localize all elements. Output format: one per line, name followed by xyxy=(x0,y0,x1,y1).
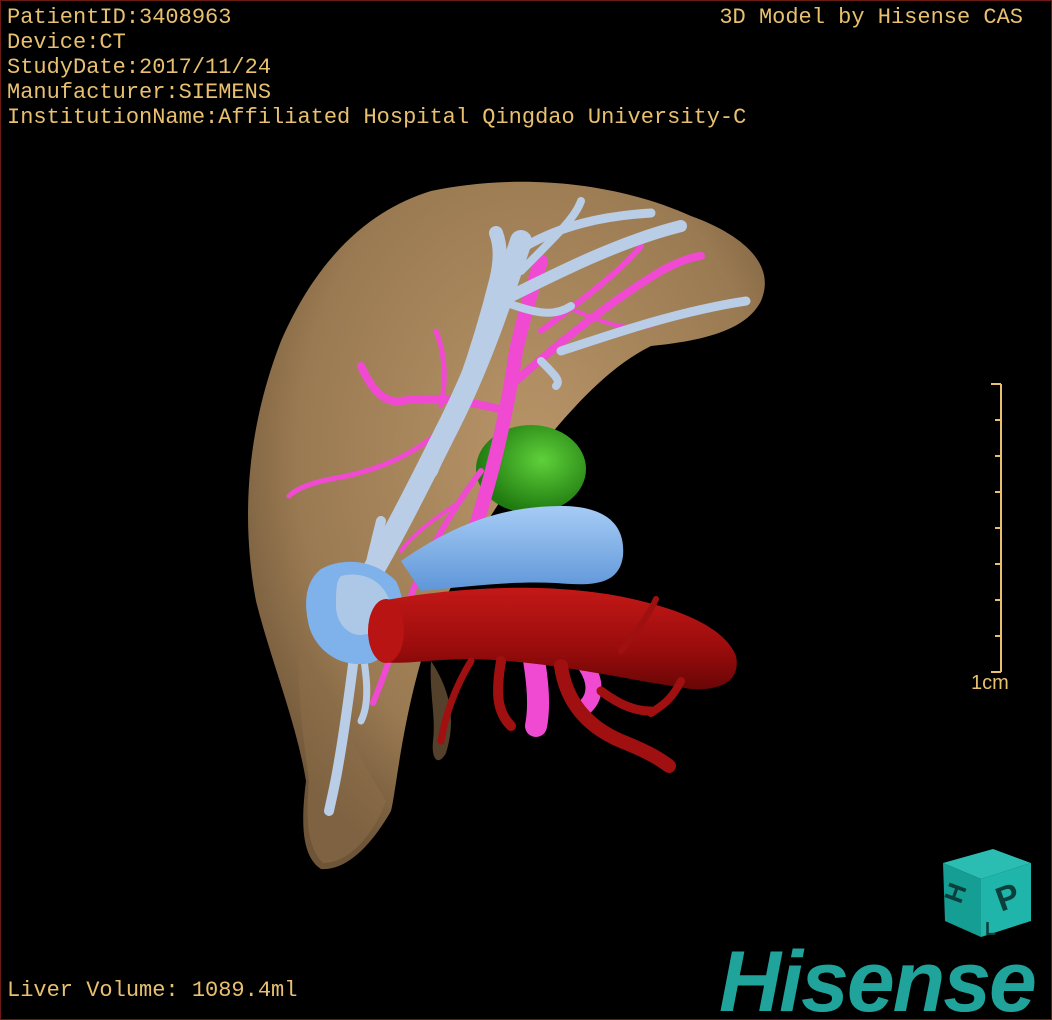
scale-unit-label: 1cm xyxy=(971,672,1009,694)
aorta-cross-section xyxy=(368,599,404,663)
patient-id-label: PatientID:3408963 xyxy=(7,5,232,30)
model-credit-label: 3D Model by Hisense CAS xyxy=(719,5,1023,30)
manufacturer-label: Manufacturer:SIEMENS xyxy=(7,80,272,105)
study-info-overlay: PatientID:3408963 Device:CT StudyDate:20… xyxy=(7,5,746,130)
orientation-cube-widget[interactable]: H P L xyxy=(931,843,1041,943)
scale-bar xyxy=(991,383,1002,673)
liver-3d-model[interactable] xyxy=(1,1,1052,1020)
device-label: Device:CT xyxy=(7,30,126,55)
render-viewport[interactable]: PatientID:3408963 Device:CT StudyDate:20… xyxy=(0,0,1052,1020)
liver-volume-label: Liver Volume: 1089.4ml xyxy=(7,978,298,1003)
hisense-logo: Hisense xyxy=(719,934,1037,1020)
institution-label: InstitutionName:Affiliated Hospital Qing… xyxy=(7,105,747,130)
aorta xyxy=(369,587,737,690)
study-date-label: StudyDate:2017/11/24 xyxy=(7,55,272,80)
